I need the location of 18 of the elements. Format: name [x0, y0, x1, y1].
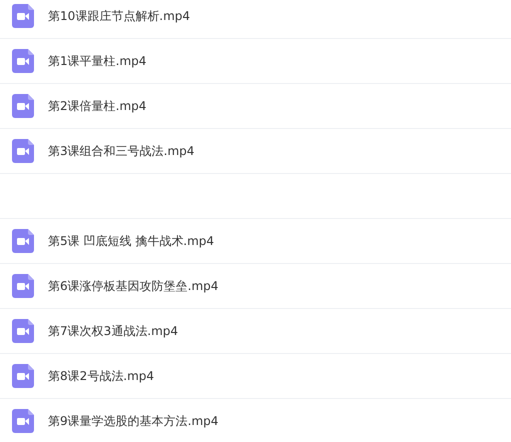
file-name[interactable]: 第10课跟庄节点解析.mp4 — [48, 8, 190, 24]
file-name[interactable]: 第8课2号战法.mp4 — [48, 368, 154, 384]
video-file-icon — [12, 229, 34, 253]
video-file-icon — [12, 139, 34, 163]
file-name[interactable]: 第3课组合和三号战法.mp4 — [48, 142, 194, 160]
file-name[interactable]: 第7课次权3通战法.mp4 — [48, 322, 178, 340]
file-name[interactable]: 第9课量学选股的基本方法.mp4 — [48, 412, 218, 430]
file-name[interactable]: 第6课涨停板基因攻防堡垒.mp4 — [48, 278, 218, 294]
video-file-icon — [12, 4, 34, 28]
file-name[interactable]: 第1课平量柱.mp4 — [48, 52, 146, 70]
file-name[interactable]: 第5课 凹底短线 擒牛战术.mp4 — [48, 232, 214, 250]
file-name[interactable]: 第2课倍量柱.mp4 — [48, 98, 146, 114]
video-file-icon — [12, 364, 34, 388]
video-file-icon — [12, 409, 34, 433]
video-file-icon — [12, 274, 34, 298]
video-file-icon — [12, 49, 34, 73]
video-file-icon — [12, 94, 34, 118]
video-file-icon — [12, 319, 34, 343]
